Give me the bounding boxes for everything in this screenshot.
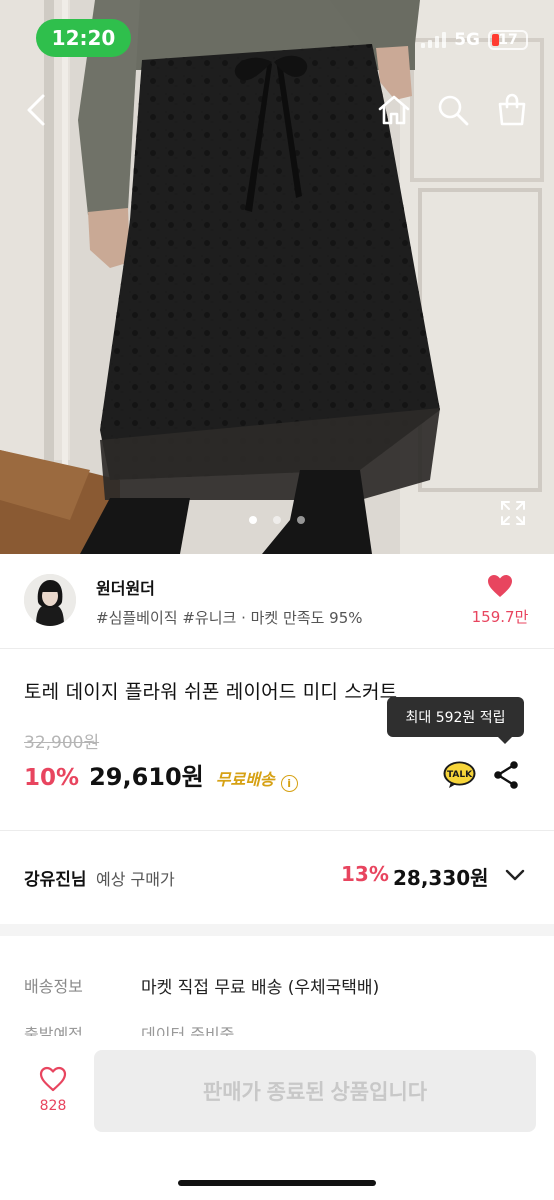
seller-avatar[interactable]: [24, 574, 76, 626]
wish-button[interactable]: 828: [24, 1066, 82, 1114]
points-tooltip: 최대 592원 적립: [387, 697, 524, 744]
seller-like-count: 159.7만: [471, 608, 529, 626]
home-button[interactable]: [374, 90, 414, 130]
home-indicator: [178, 1180, 376, 1186]
shipping-value: 마켓 직접 무료 배송 (우체국택배): [141, 978, 380, 998]
share-icon: [494, 761, 518, 789]
original-price: 32,900원: [24, 733, 100, 753]
expected-price: 28,330원: [393, 866, 489, 890]
expected-price-row[interactable]: 강유진님 예상 구매가 13% 28,330원: [0, 832, 554, 922]
gallery-pagination: [0, 516, 554, 524]
search-button[interactable]: [433, 90, 473, 130]
network-type: 5G: [454, 30, 480, 50]
discount-rate: 10%: [24, 765, 80, 791]
heart-outline-icon: [39, 1066, 67, 1092]
cart-button[interactable]: [492, 90, 532, 130]
back-button[interactable]: [16, 90, 56, 130]
sale-price: 29,610원: [89, 763, 204, 791]
wish-count: 828: [39, 1098, 67, 1114]
chevron-left-icon: [27, 94, 45, 126]
info-icon[interactable]: i: [280, 775, 298, 792]
home-icon: [378, 95, 410, 125]
page-dot-1[interactable]: [249, 516, 257, 524]
expand-icon[interactable]: [500, 500, 526, 526]
free-shipping-badge: 무료배송: [215, 770, 275, 789]
product-image-gallery[interactable]: 12:20 5G 17: [0, 0, 554, 554]
bottom-action-bar: 828 판매가 종료된 상품입니다: [0, 1036, 554, 1200]
seller-like-button[interactable]: 159.7만: [470, 574, 530, 627]
heart-filled-icon: [488, 575, 512, 597]
expected-discount: 13%: [341, 862, 389, 886]
share-button[interactable]: [492, 760, 520, 790]
purchase-button-disabled[interactable]: 판매가 종료된 상품입니다: [94, 1050, 536, 1132]
price-row: 10% 29,610원 무료배송 i: [24, 757, 298, 792]
divider: [0, 830, 554, 831]
departure-label: 출발예정: [24, 1025, 83, 1036]
shipping-label: 배송정보: [24, 977, 83, 996]
chevron-down-icon[interactable]: [505, 868, 525, 882]
seller-tags: #심플베이직 #유니크 · 마켓 만족도 95%: [96, 609, 363, 627]
page-dot-2[interactable]: [273, 516, 281, 524]
product-title: 토레 데이지 플라워 쉬폰 레이어드 미디 스커트: [24, 681, 398, 703]
signal-icon: [421, 32, 447, 48]
expected-price-label: 예상 구매가: [96, 870, 175, 889]
search-icon: [438, 95, 469, 126]
shopping-bag-icon: [498, 93, 526, 126]
section-separator: [0, 924, 554, 936]
talk-bubble-icon: TALK: [443, 761, 476, 788]
user-name: 강유진님: [24, 870, 87, 890]
page-dot-3[interactable]: [297, 516, 305, 524]
divider: [0, 648, 554, 649]
battery-level: 17: [498, 32, 518, 48]
kakao-talk-button[interactable]: TALK: [443, 761, 476, 789]
status-time: 12:20: [36, 19, 131, 57]
status-indicators: 5G 17: [421, 30, 528, 50]
product-photo: [0, 0, 554, 554]
svg-text:TALK: TALK: [447, 770, 473, 780]
seller-section[interactable]: 원더원더 #심플베이직 #유니크 · 마켓 만족도 95% 159.7만: [0, 554, 554, 648]
seller-name[interactable]: 원더원더: [96, 575, 155, 599]
departure-value: 데이터 준비중: [141, 1025, 235, 1036]
battery-icon: 17: [488, 30, 528, 50]
